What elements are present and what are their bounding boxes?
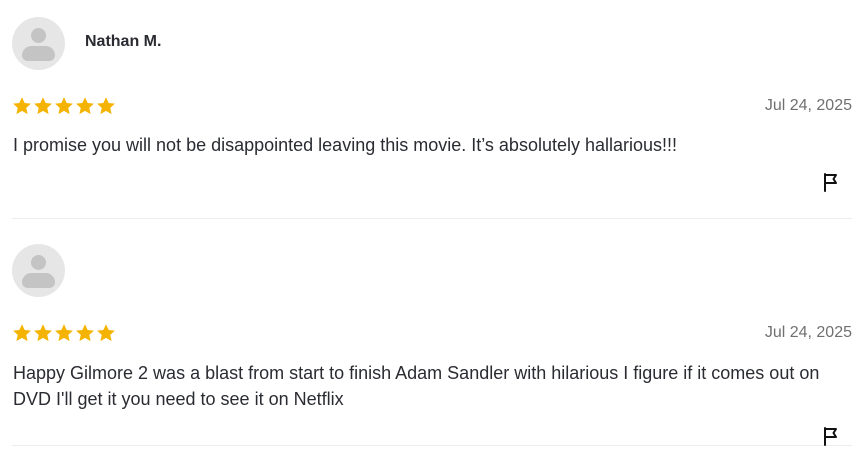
avatar-head-shape: [31, 255, 46, 270]
avatar: [12, 244, 65, 297]
avatar-body-shape: [22, 46, 55, 61]
star-icon: [33, 96, 53, 116]
avatar-body-shape: [22, 273, 55, 288]
star-icon: [96, 323, 116, 343]
star-icon: [54, 96, 74, 116]
star-rating: [12, 96, 116, 116]
star-icon: [33, 323, 53, 343]
review-card: Jul 24, 2025 Happy Gilmore 2 was a blast…: [12, 219, 852, 446]
reviewer-name: Nathan M.: [85, 33, 162, 50]
review-date: Jul 24, 2025: [764, 324, 852, 341]
star-icon: [75, 96, 95, 116]
flag-icon[interactable]: [822, 172, 840, 192]
star-icon: [75, 323, 95, 343]
review-text: I promise you will not be disappointed l…: [13, 135, 678, 155]
flag-icon[interactable]: [822, 426, 840, 446]
review-card: Nathan M. Jul 24, 2025 I promise you wil…: [12, 0, 852, 219]
star-icon: [54, 323, 74, 343]
review-date: Jul 24, 2025: [764, 97, 852, 114]
avatar: [12, 17, 65, 70]
star-icon: [12, 96, 32, 116]
star-icon: [96, 96, 116, 116]
avatar-head-shape: [31, 28, 46, 43]
star-rating: [12, 323, 116, 343]
star-icon: [12, 323, 32, 343]
review-text: Happy Gilmore 2 was a blast from start t…: [13, 363, 820, 409]
